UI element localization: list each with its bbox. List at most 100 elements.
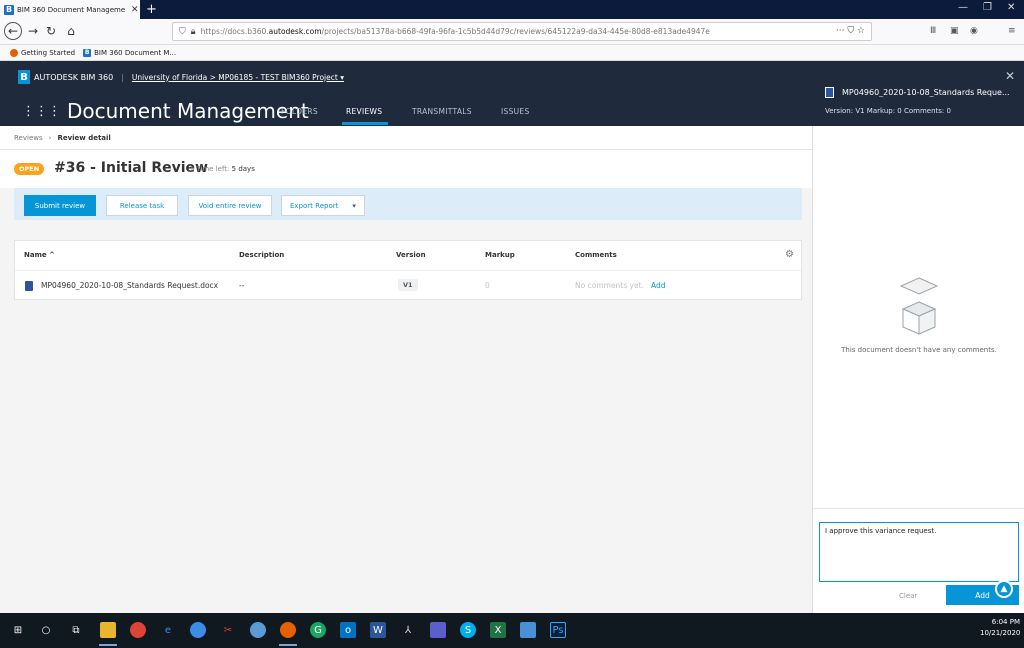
review-header: OPEN #36 - Initial Review ◷ Time left: 5… — [0, 150, 812, 188]
version-badge[interactable]: V1 — [398, 279, 418, 291]
file-explorer-icon[interactable] — [100, 622, 116, 638]
bim360-icon: B — [83, 48, 92, 57]
column-markup: Markup — [485, 251, 515, 259]
url-text: https://docs.b360.autodesk.com/projects/… — [200, 27, 710, 36]
time-left: ◷ Time left: 5 days — [188, 165, 255, 173]
bookmark-bim360[interactable]: B BIM 360 Document M... — [83, 48, 176, 57]
breadcrumb-separator: › — [48, 133, 52, 142]
reload-icon[interactable]: ↻ — [42, 22, 60, 40]
app-header: B AUTODESK BIM 360 | University of Flori… — [0, 61, 812, 126]
column-description: Description — [239, 251, 285, 259]
tab-transmittals[interactable]: TRANSMITTALS — [412, 107, 472, 116]
project-selector[interactable]: University of Florida > MP06185 - TEST B… — [132, 73, 344, 82]
browser-tab-strip: B BIM 360 Document Manageme ✕ + — ❐ ✕ — [0, 0, 1024, 19]
taskbar-clock[interactable]: 6:04 PM 10/21/2020 — [980, 617, 1020, 639]
header-divider — [15, 270, 801, 271]
teams-icon[interactable] — [430, 622, 446, 638]
void-review-button[interactable]: Void entire review — [188, 195, 272, 216]
word-icon[interactable]: W — [370, 622, 386, 638]
word-doc-icon — [25, 281, 33, 291]
photos-icon[interactable] — [520, 622, 536, 638]
release-task-button[interactable]: Release task — [106, 195, 178, 216]
brand-name: AUTODESK BIM 360 — [34, 72, 114, 82]
bim360-favicon-icon: B — [4, 4, 14, 15]
bim360-logo-icon: B — [18, 70, 30, 84]
column-version: Version — [396, 251, 426, 259]
table-row-description: -- — [239, 281, 245, 290]
search-icon[interactable]: ○ — [38, 622, 54, 638]
snipping-tool-icon[interactable]: ✂ — [220, 622, 236, 638]
column-name[interactable]: Name ^ — [24, 251, 55, 259]
app-grid-icon[interactable]: ⋮⋮⋮ — [22, 104, 61, 119]
add-comment-link[interactable]: Add — [651, 281, 666, 290]
table-row-filename[interactable]: MP04960_2020-10-08_Standards Request.doc… — [41, 281, 218, 290]
window-close-icon[interactable]: ✕ — [1007, 2, 1015, 13]
empty-box-icon — [899, 277, 939, 335]
account-icon[interactable]: ◉ — [970, 26, 978, 36]
firefox-icon — [10, 48, 18, 57]
back-arrow-icon[interactable]: ← — [4, 22, 22, 40]
browser-nav-bar: ← → ↻ ⌂ ⛉ 🔒︎ https://docs.b360.autodesk.… — [0, 19, 1024, 45]
chrome-icon[interactable] — [130, 622, 146, 638]
export-report-button[interactable]: Export Report ▾ — [281, 195, 365, 216]
edge-icon[interactable]: e — [160, 622, 176, 638]
taskbar-indicator — [99, 644, 117, 646]
windows-taskbar: ⊞ ○ ⧉ e ✂ G o W ⅄ S X Ps 6:04 PM 10/21/2… — [0, 613, 1024, 648]
restore-icon[interactable]: ❐ — [983, 2, 992, 13]
menu-icon[interactable]: ≡ — [1008, 26, 1016, 36]
home-icon[interactable]: ⌂ — [62, 22, 80, 40]
grammarly-icon[interactable]: G — [310, 622, 326, 638]
comment-input[interactable]: I approve this variance request. — [819, 522, 1019, 582]
clear-button[interactable]: Clear — [899, 592, 917, 600]
comments-panel-header: ✕ MP04960_2020-10-08_Standards Reque... … — [812, 61, 1024, 126]
firefox-icon[interactable] — [280, 622, 296, 638]
gear-icon[interactable]: ⚙ — [785, 249, 794, 260]
chevron-down-icon: ▾ — [352, 201, 356, 210]
app-title: ⋮⋮⋮ Document Management — [22, 99, 309, 123]
globe-icon[interactable] — [190, 622, 206, 638]
sidebar-icon[interactable]: ▣ — [950, 26, 959, 36]
url-bar[interactable]: ⛉ 🔒︎ https://docs.b360.autodesk.com/proj… — [172, 22, 872, 41]
taskbar-indicator — [279, 644, 297, 646]
close-tab-icon[interactable]: ✕ — [131, 5, 139, 15]
skype-icon[interactable]: S — [460, 622, 476, 638]
photoshop-icon[interactable]: Ps — [550, 622, 566, 638]
table-row-markup: 0 — [485, 281, 490, 290]
close-icon[interactable]: ✕ — [1005, 69, 1015, 83]
acrobat-icon[interactable]: ⅄ — [400, 622, 416, 638]
tab-folders[interactable]: FOLDERS — [281, 107, 318, 116]
bookmark-getting-started[interactable]: Getting Started — [10, 48, 75, 57]
breadcrumb-reviews[interactable]: Reviews — [14, 134, 43, 142]
new-tab-button[interactable]: + — [146, 2, 157, 17]
page-title: #36 - Initial Review — [54, 160, 208, 176]
documents-table: Name ^ Description Version Markup Commen… — [14, 240, 802, 300]
review-action-bar: Submit review Release task Void entire r… — [14, 188, 802, 220]
breadcrumb: Reviews › Review detail — [0, 126, 812, 150]
bookmarks-bar: Getting Started B BIM 360 Document M... — [0, 45, 1024, 61]
task-view-icon[interactable]: ⧉ — [68, 622, 84, 638]
outlook-icon[interactable]: o — [340, 622, 356, 638]
browser-tab-title: BIM 360 Document Manageme — [17, 5, 126, 14]
url-actions-icon[interactable]: ··· ⛉ ☆ — [836, 26, 865, 36]
forward-arrow-icon[interactable]: → — [24, 22, 42, 40]
windows-start-icon[interactable]: ⊞ — [10, 622, 26, 638]
submit-review-button[interactable]: Submit review — [24, 195, 96, 216]
clock-icon: ◷ — [188, 165, 195, 173]
breadcrumb-current: Review detail — [57, 133, 111, 142]
panel-doc-title: MP04960_2020-10-08_Standards Reque... — [842, 88, 1010, 97]
word-doc-icon — [825, 87, 834, 98]
tracking-shield-icon[interactable]: ⛉ — [179, 27, 186, 37]
comments-panel: This document doesn't have any comments.… — [812, 126, 1024, 613]
lock-icon[interactable]: 🔒︎ — [191, 27, 196, 37]
panel-doc-meta: Version: V1 Markup: 0 Comments: 0 — [825, 107, 951, 115]
column-comments: Comments — [575, 251, 617, 259]
tab-issues[interactable]: ISSUES — [501, 107, 530, 116]
minimize-icon[interactable]: — — [958, 2, 968, 13]
panel-divider — [813, 508, 1024, 509]
network-icon[interactable] — [250, 622, 266, 638]
tab-reviews[interactable]: REVIEWS — [346, 107, 382, 116]
browser-tab[interactable]: B BIM 360 Document Manageme ✕ — [0, 0, 140, 19]
excel-icon[interactable]: X — [490, 622, 506, 638]
library-icon[interactable]: Ⅲ — [930, 26, 936, 36]
help-icon[interactable]: ▲ — [995, 580, 1013, 598]
